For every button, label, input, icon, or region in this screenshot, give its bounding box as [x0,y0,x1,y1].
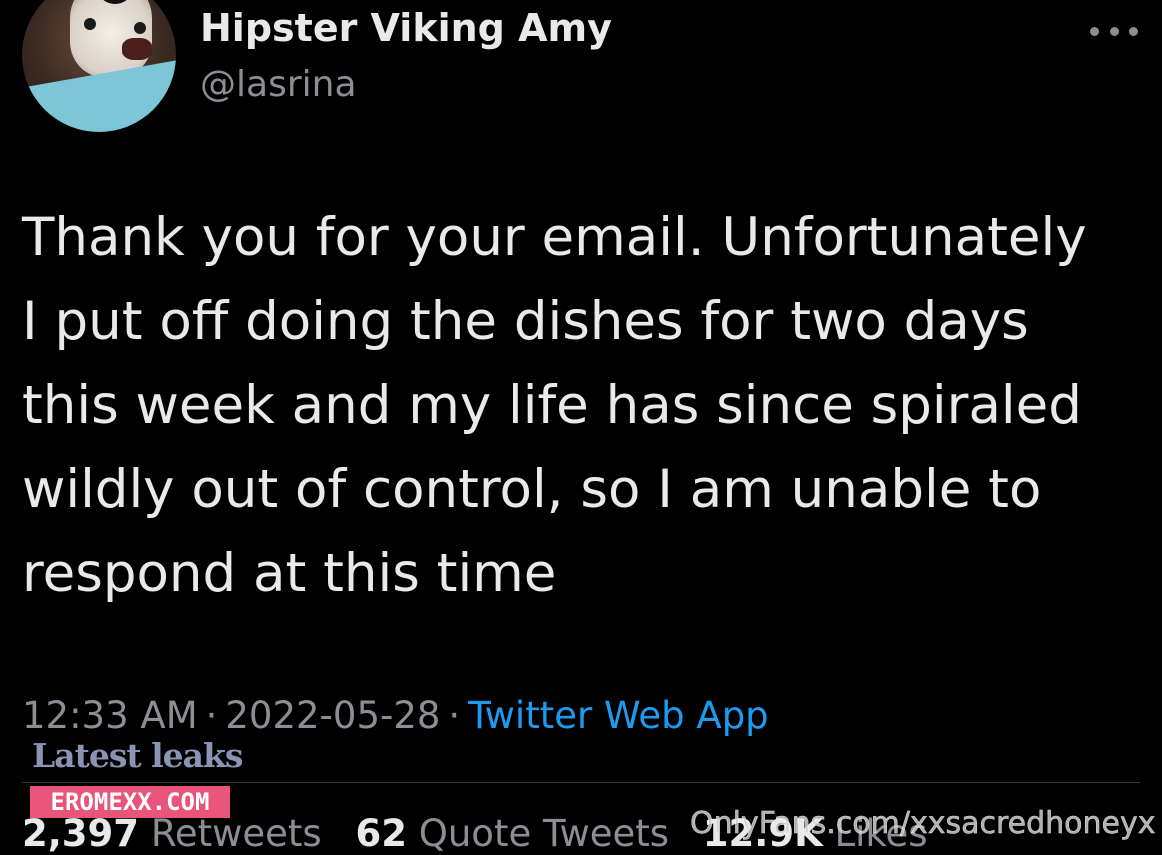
meta-separator: · [448,694,461,737]
display-name[interactable]: Hipster Viking Amy [200,6,612,50]
more-dot [1129,26,1138,36]
tweet-source-link[interactable]: Twitter Web App [468,694,768,737]
tweet-line: wildly out of control, so I am unable to [22,459,1042,520]
user-avatar[interactable] [22,0,176,132]
retweets-label[interactable]: Retweets [151,812,322,855]
tweet-line: Thank you for your email. Unfortunately [22,207,1087,268]
user-handle[interactable]: @lasrina [200,64,357,105]
tweet-text: Thank you for your email. Unfortunately … [22,196,1152,616]
site-watermark: EROMEXX.COM [30,786,230,818]
retweets-count[interactable]: 2,397 [22,812,139,855]
tweet-line: I put off doing the dishes for two days [22,291,1029,352]
tweet-line: respond at this time [22,543,557,604]
onlyfans-watermark: OnlyFans.com/xxsacredhoneyx [690,806,1156,842]
latest-leaks-watermark: Latest leaks [32,736,243,775]
quotes-count[interactable]: 62 [355,812,407,855]
quotes-label[interactable]: Quote Tweets [419,812,669,855]
tweet-date[interactable]: 2022-05-28 [225,694,440,737]
more-dot [1109,26,1119,36]
tweet-meta: 12:33 AM · 2022-05-28 · Twitter Web App [22,694,769,737]
dog-mouth [122,38,152,60]
dog-eye-right [134,22,146,34]
more-dot [1090,26,1099,36]
more-options-icon[interactable] [1090,16,1138,46]
divider [22,782,1140,783]
tweet-time[interactable]: 12:33 AM [22,694,198,737]
tweet-line: this week and my life has since spiraled [22,375,1082,436]
meta-separator: · [205,694,218,737]
dog-eye-left [84,18,96,30]
